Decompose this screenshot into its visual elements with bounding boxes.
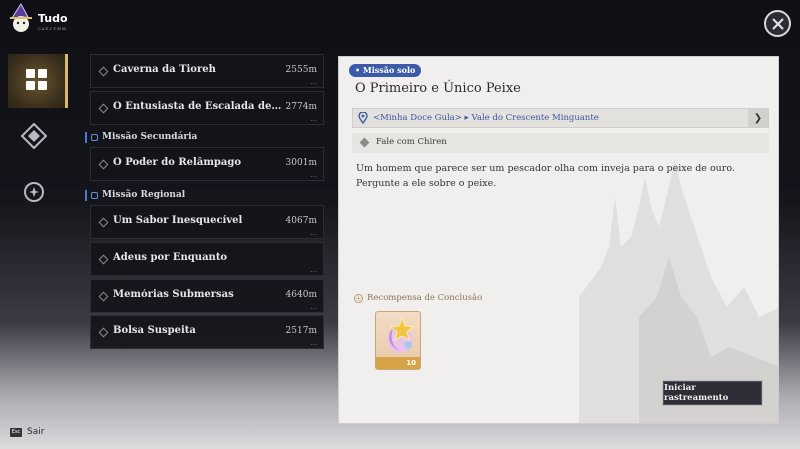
location-path: <Minha Doce Gula> ▸ Vale do Crescente Mi… — [373, 113, 599, 123]
quest-distance: 4067m — [285, 216, 317, 226]
location-pin-icon — [358, 112, 368, 124]
quest-type-tag: • Missão solo — [349, 64, 422, 77]
more-icon: ... — [310, 339, 317, 347]
app-logo-icon — [10, 3, 32, 32]
diamond-icon — [98, 291, 109, 302]
section-bar — [85, 189, 87, 201]
diamond-icon — [98, 66, 109, 77]
section-title: Missão Secundária — [102, 132, 198, 142]
compass-diamond-icon — [21, 123, 47, 149]
diamond-icon — [98, 103, 109, 114]
more-icon: ... — [310, 115, 317, 123]
exit-label: Sair — [27, 427, 45, 437]
section-bar — [85, 131, 87, 143]
reward-header-label: Recompensa de Conclusão — [367, 293, 483, 303]
quest-item[interactable]: O Entusiasta de Escalada de Quat... 2774… — [90, 91, 324, 125]
diamond-icon — [98, 254, 109, 265]
section-title: Missão Regional — [102, 190, 186, 200]
star-crystal-icon — [387, 316, 414, 353]
more-icon: ... — [310, 303, 317, 311]
quest-name: Caverna da Tioreh — [113, 64, 216, 75]
quest-distance: 3001m — [285, 158, 317, 168]
quest-type-icon — [91, 191, 98, 199]
close-button[interactable] — [764, 10, 791, 37]
app-title: Tudo — [38, 12, 68, 25]
esc-key-icon: Esc — [10, 427, 22, 437]
exit-control[interactable]: Esc Sair — [10, 427, 44, 437]
quest-item[interactable]: Memórias Submersas 4640m ... — [90, 279, 324, 313]
star-circle-icon — [24, 182, 44, 202]
quest-item[interactable]: Bolsa Suspeita 2517m ... — [90, 315, 324, 349]
chevron-right-icon[interactable]: ❯ — [748, 109, 768, 127]
app-subtitle: ᴄᴀᴇᴊʏᴍᴍ — [38, 26, 67, 32]
quest-name: Bolsa Suspeita — [113, 325, 196, 336]
section-header-regional: Missão Regional — [85, 188, 185, 202]
header: Tudo ᴄᴀᴇᴊʏᴍᴍ — [0, 0, 800, 46]
quest-item[interactable]: Adeus por Enquanto ... — [90, 242, 324, 276]
quest-title: O Primeiro e Único Peixe — [355, 81, 521, 96]
nav-tab-other[interactable] — [22, 180, 46, 204]
reward-item[interactable]: 10 — [375, 311, 421, 370]
quest-distance: 4640m — [285, 290, 317, 300]
plus-icon: + — [354, 293, 363, 303]
objective-text: Fale com Chiren — [376, 137, 447, 147]
quest-distance: 2517m — [285, 326, 317, 336]
quest-name: Um Sabor Inesquecível — [113, 215, 243, 226]
reward-header: + Recompensa de Conclusão — [354, 293, 482, 303]
quest-name: O Poder do Relâmpago — [113, 157, 242, 168]
more-icon: ... — [310, 78, 317, 86]
quest-item[interactable]: Caverna da Tioreh 2555m ... — [90, 54, 324, 88]
quest-distance: 2774m — [285, 102, 317, 112]
section-header-secondary: Missão Secundária — [85, 130, 197, 144]
quest-type-icon — [91, 133, 98, 141]
more-icon: ... — [310, 266, 317, 274]
diamond-icon — [98, 159, 109, 170]
all-quests-icon — [26, 69, 47, 90]
quest-name: O Entusiasta de Escalada de Quat... — [113, 101, 283, 112]
close-icon — [771, 17, 784, 30]
nav-tab-tracked[interactable] — [20, 122, 48, 150]
diamond-icon — [359, 137, 370, 148]
quest-distance: 2555m — [285, 65, 317, 75]
quest-description: Um homem que parece ser um pescador olha… — [356, 163, 735, 189]
more-icon: ... — [310, 229, 317, 237]
start-tracking-button[interactable]: Iniciar rastreamento — [662, 380, 763, 406]
reward-count: 10 — [376, 357, 420, 369]
more-icon: ... — [310, 171, 317, 179]
diamond-icon — [98, 217, 109, 228]
quest-location-bar[interactable]: <Minha Doce Gula> ▸ Vale do Crescente Mi… — [352, 108, 769, 128]
quest-item[interactable]: Um Sabor Inesquecível 4067m ... — [90, 205, 324, 239]
quest-name: Memórias Submersas — [113, 289, 234, 300]
diamond-icon — [98, 327, 109, 338]
quest-name: Adeus por Enquanto — [113, 252, 228, 263]
quest-detail-panel: • Missão solo O Primeiro e Único Peixe <… — [338, 56, 779, 424]
quest-objective: Fale com Chiren — [352, 133, 769, 153]
nav-tab-all[interactable] — [8, 54, 68, 108]
quest-item[interactable]: O Poder do Relâmpago 3001m ... — [90, 147, 324, 181]
